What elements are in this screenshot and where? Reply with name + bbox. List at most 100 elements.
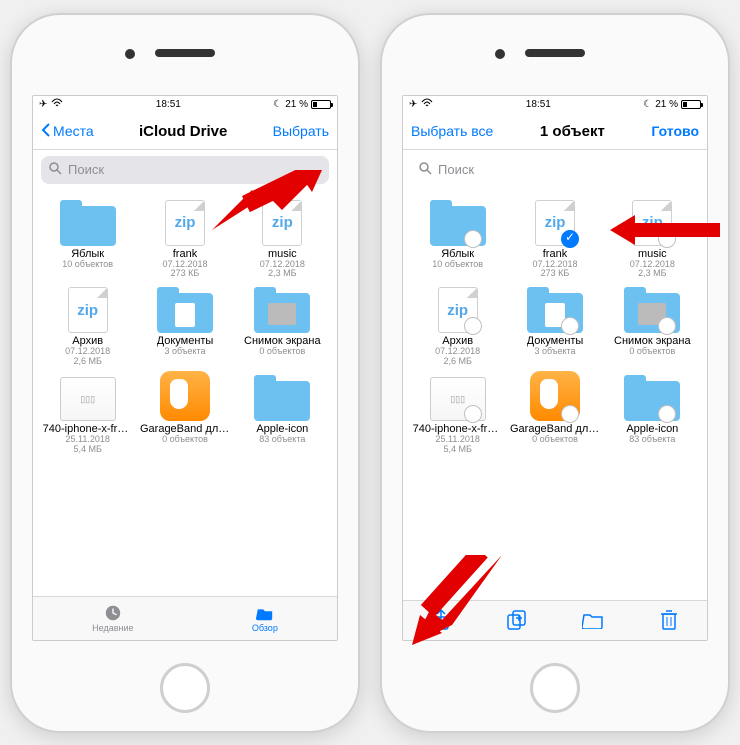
file-grid: Яблык10 объектовzipfrank07.12.2018273 КБ… — [33, 190, 337, 596]
file-item[interactable]: Apple-icon83 объекта — [606, 373, 699, 455]
battery-text: 21 % — [655, 99, 678, 110]
file-item[interactable]: Снимок экрана0 объектов — [606, 285, 699, 367]
file-meta: 83 объекта — [259, 435, 305, 445]
file-item[interactable]: Снимок экрана0 объектов — [236, 285, 329, 367]
file-item[interactable]: Документы3 объекта — [138, 285, 231, 367]
battery-icon — [311, 100, 331, 109]
file-name: music — [638, 248, 667, 260]
file-thumbnail: zip — [428, 285, 488, 333]
search-placeholder: Поиск — [68, 162, 104, 177]
delete-button[interactable] — [658, 609, 680, 631]
file-thumbnail — [252, 285, 312, 333]
file-thumbnail: ▯▯▯ — [58, 373, 118, 421]
status-time: 18:51 — [156, 99, 181, 110]
selection-checkbox[interactable] — [561, 230, 579, 248]
tab-recents[interactable]: Недавние — [92, 604, 133, 633]
file-meta: 2,6 МБ — [443, 357, 471, 367]
nav-bar: Выбрать все 1 объект Готово — [403, 114, 707, 150]
file-item[interactable]: GarageBand для iOS0 объектов — [508, 373, 601, 455]
file-meta: 0 объектов — [162, 435, 208, 445]
nav-bar: Места iCloud Drive Выбрать — [33, 114, 337, 150]
move-button[interactable] — [582, 609, 604, 631]
wifi-icon — [421, 98, 433, 111]
back-label: Места — [53, 123, 94, 139]
file-meta: 5,4 МБ — [73, 445, 101, 455]
selection-toolbar — [403, 600, 707, 640]
file-name: frank — [543, 248, 567, 260]
file-meta: 273 КБ — [541, 269, 570, 279]
file-thumbnail — [58, 198, 118, 246]
file-meta: 5,4 МБ — [443, 445, 471, 455]
file-thumbnail: zip — [252, 198, 312, 246]
moon-icon: ☾ — [643, 99, 652, 110]
file-name: frank — [173, 248, 197, 260]
file-thumbnail: zip — [58, 285, 118, 333]
screen-left: ✈︎ 18:51 ☾ 21 % Места iCloud Drive Выбра… — [32, 95, 338, 641]
done-button[interactable]: Готово — [651, 123, 699, 139]
file-thumbnail — [155, 285, 215, 333]
front-camera — [125, 49, 135, 59]
file-item[interactable]: zipmusic07.12.20182,3 МБ — [606, 198, 699, 280]
file-item[interactable]: zipfrank07.12.2018273 КБ — [508, 198, 601, 280]
file-thumbnail — [428, 198, 488, 246]
file-thumbnail — [525, 373, 585, 421]
share-button[interactable] — [430, 609, 452, 631]
moon-icon: ☾ — [273, 99, 282, 110]
file-item[interactable]: zipfrank07.12.2018273 КБ — [138, 198, 231, 280]
selection-checkbox[interactable] — [658, 230, 676, 248]
file-name: music — [268, 248, 297, 260]
file-thumbnail: ▯▯▯ — [428, 373, 488, 421]
file-thumbnail — [252, 373, 312, 421]
duplicate-button[interactable] — [506, 609, 528, 631]
file-meta: 2,3 МБ — [268, 269, 296, 279]
file-meta: 273 КБ — [171, 269, 200, 279]
status-time: 18:51 — [526, 99, 551, 110]
search-placeholder: Поиск — [438, 162, 474, 177]
selection-checkbox[interactable] — [464, 405, 482, 423]
file-thumbnail — [155, 373, 215, 421]
file-meta: 10 объектов — [62, 260, 113, 270]
selection-checkbox[interactable] — [464, 230, 482, 248]
selection-checkbox[interactable] — [561, 405, 579, 423]
search-icon — [49, 162, 62, 178]
file-item[interactable]: zipАрхив07.12.20182,6 МБ — [41, 285, 134, 367]
select-all-button[interactable]: Выбрать все — [411, 123, 493, 139]
status-bar: ✈︎ 18:51 ☾ 21 % — [33, 96, 337, 114]
file-item[interactable]: Документы3 объекта — [508, 285, 601, 367]
file-meta: 3 объекта — [534, 347, 575, 357]
file-thumbnail: zip — [155, 198, 215, 246]
file-item[interactable]: zipmusic07.12.20182,3 МБ — [236, 198, 329, 280]
file-grid: Яблык10 объектовzipfrank07.12.2018273 КБ… — [403, 190, 707, 600]
file-thumbnail — [622, 373, 682, 421]
airplane-icon: ✈︎ — [39, 99, 47, 110]
file-thumbnail — [525, 285, 585, 333]
speaker — [525, 49, 585, 57]
file-meta: 0 объектов — [532, 435, 578, 445]
status-bar: ✈︎ 18:51 ☾ 21 % — [403, 96, 707, 114]
airplane-icon: ✈︎ — [409, 99, 417, 110]
search-bar[interactable]: Поиск — [41, 156, 329, 184]
file-thumbnail: zip — [622, 198, 682, 246]
file-meta: 2,3 МБ — [638, 269, 666, 279]
file-meta: 3 объекта — [164, 347, 205, 357]
file-item[interactable]: GarageBand для iOS0 объектов — [138, 373, 231, 455]
selection-checkbox[interactable] — [464, 317, 482, 335]
file-meta: 0 объектов — [259, 347, 305, 357]
search-bar[interactable]: Поиск — [411, 156, 699, 184]
file-item[interactable]: zipАрхив07.12.20182,6 МБ — [411, 285, 504, 367]
tab-browse[interactable]: Обзор — [252, 604, 278, 633]
home-button[interactable] — [530, 663, 580, 713]
file-item[interactable]: Яблык10 объектов — [41, 198, 134, 280]
file-item[interactable]: ▯▯▯740-iphone-x-frame25.11.20185,4 МБ — [41, 373, 134, 455]
file-item[interactable]: ▯▯▯740-iphone-x-frame25.11.20185,4 МБ — [411, 373, 504, 455]
file-item[interactable]: Яблык10 объектов — [411, 198, 504, 280]
wifi-icon — [51, 98, 63, 111]
select-button[interactable]: Выбрать — [273, 123, 329, 139]
phone-right: ✈︎ 18:51 ☾ 21 % Выбрать все 1 объект Гот… — [380, 13, 730, 733]
battery-icon — [681, 100, 701, 109]
file-meta: 0 объектов — [629, 347, 675, 357]
search-icon — [419, 162, 432, 178]
home-button[interactable] — [160, 663, 210, 713]
back-button[interactable]: Места — [41, 123, 94, 140]
file-item[interactable]: Apple-icon83 объекта — [236, 373, 329, 455]
